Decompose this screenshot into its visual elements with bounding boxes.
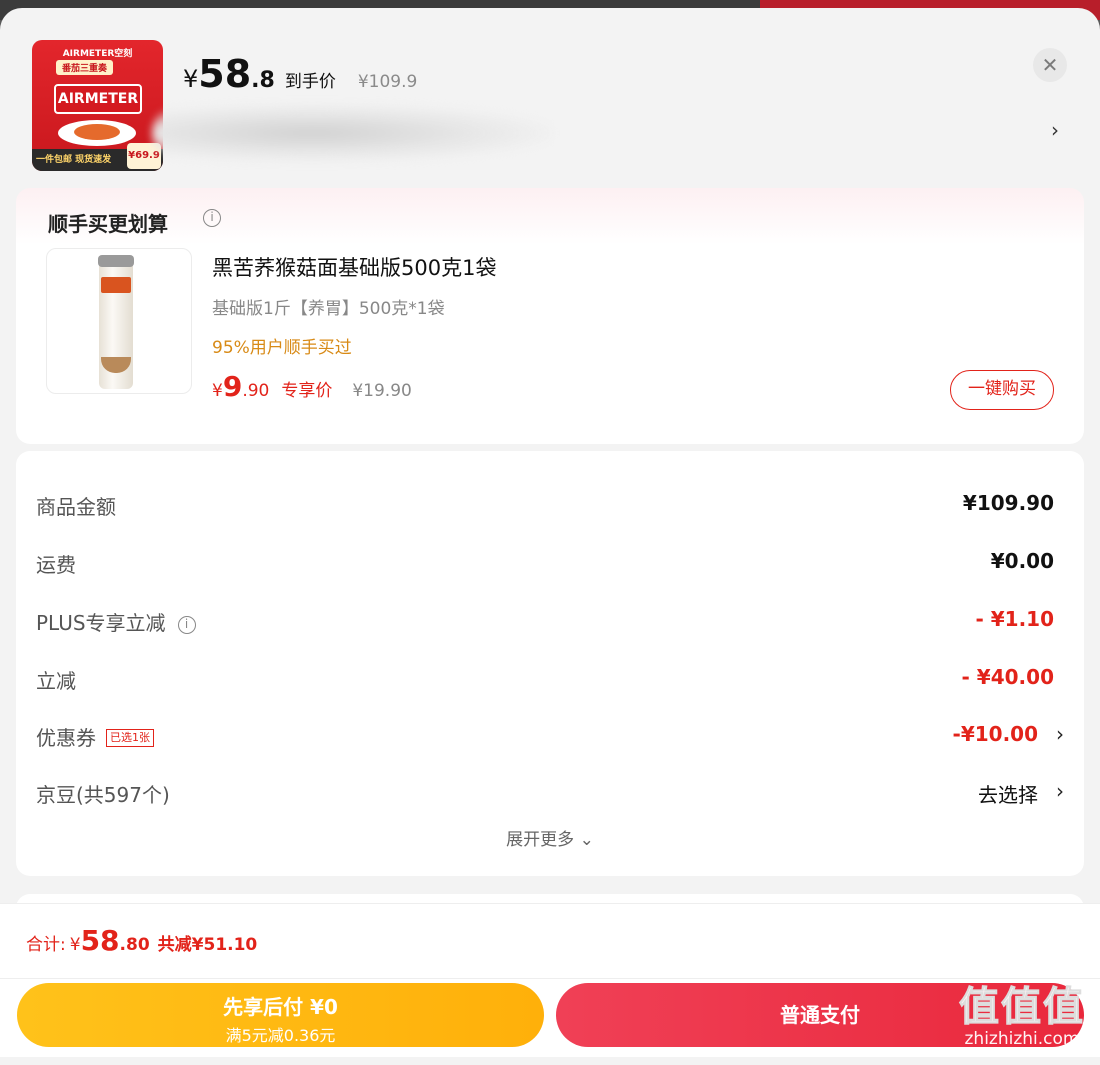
summary-value: -¥10.00	[952, 722, 1038, 746]
thumb-brand: AIRMETER空刻	[62, 49, 133, 59]
combo-price-int: 9	[222, 370, 243, 403]
total-currency: ¥	[69, 935, 81, 955]
combo-product-name[interactable]: 黑苦荞猴菇面基础版500克1袋	[212, 252, 496, 282]
summary-row-coupon[interactable]: 优惠券 已选1张 -¥10.00 ›	[36, 722, 1064, 752]
pay-later-button[interactable]: 先享后付 ¥0 满5元减0.36元	[17, 983, 544, 1047]
tube-cap	[98, 255, 134, 267]
header-price-label: 到手价	[284, 72, 336, 92]
combo-product-image[interactable]	[46, 248, 192, 394]
total-amount: 合计: ¥ 58 .80 共减¥51.10	[26, 924, 257, 957]
header-price-dec: .8	[251, 68, 275, 93]
watermark-url: zhizhizhi.com	[964, 1029, 1080, 1049]
checkout-bottom-bar: 合计: ¥ 58 .80 共减¥51.10 先享后付 ¥0 满5元减0.36元 …	[0, 903, 1100, 1057]
pay-later-promo: 满5元减0.36元	[225, 1026, 336, 1045]
summary-value: - ¥1.10	[975, 607, 1054, 631]
one-click-buy-button[interactable]: 一键购买	[950, 370, 1054, 410]
combo-price-currency: ¥	[212, 381, 223, 401]
thumb-tagline: 番茄三重奏	[56, 60, 114, 75]
combo-price: ¥ 9 .90 专享价 ¥19.90	[212, 370, 412, 403]
summary-row-goods: 商品金额 ¥109.90	[36, 491, 1064, 521]
summary-label-text: 优惠券	[36, 726, 96, 750]
summary-label-text: PLUS专享立减	[36, 611, 166, 635]
divider	[0, 978, 1100, 979]
chevron-right-icon[interactable]: ›	[1056, 722, 1064, 746]
summary-value: - ¥40.00	[961, 665, 1054, 689]
summary-label: 优惠券 已选1张	[36, 722, 154, 751]
blurred-address	[152, 104, 552, 162]
coupon-badge: 已选1张	[106, 729, 154, 747]
summary-label: PLUS专享立减 i	[36, 607, 196, 636]
order-summary-card: 商品金额 ¥109.90 运费 ¥0.00 PLUS专享立减 i - ¥1.10 …	[16, 451, 1084, 876]
product-thumbnail[interactable]: AIRMETER空刻 番茄三重奏 AIRMETER 一件包邮 现货速发 ¥69.…	[32, 40, 163, 171]
total-int: 58	[80, 924, 120, 957]
site-watermark: 值值值 zhizhizhi.com	[952, 984, 1092, 1050]
pay-later-label: 先享后付 ¥0	[223, 995, 338, 1019]
combo-price-label: 专享价	[281, 381, 333, 401]
close-icon[interactable]: ✕	[1033, 48, 1067, 82]
tube-bowl	[101, 357, 131, 373]
summary-row-jingdou[interactable]: 京豆(共597个) 去选择 ›	[36, 779, 1064, 809]
info-icon[interactable]: i	[177, 616, 196, 634]
summary-label: 商品金额	[36, 495, 116, 519]
combo-original-price: ¥19.90	[352, 381, 412, 401]
info-icon[interactable]: i	[203, 209, 221, 227]
summary-row-plus: PLUS专享立减 i - ¥1.10	[36, 607, 1064, 637]
expand-more-label: 展开更多	[506, 830, 575, 850]
summary-value: ¥109.90	[962, 491, 1054, 515]
header-price-int: 58	[198, 52, 252, 96]
chevron-right-icon[interactable]: ›	[1051, 118, 1059, 142]
combo-product-spec: 基础版1斤【养胃】500克*1袋	[212, 299, 445, 319]
header-price-currency: ¥	[183, 65, 199, 93]
tube-label	[101, 277, 131, 293]
summary-value: ¥0.00	[990, 549, 1054, 573]
expand-more-link[interactable]: 展开更多 ⌄	[16, 825, 1084, 850]
summary-row-shipping: 运费 ¥0.00	[36, 549, 1064, 579]
header-price: ¥ 58 .8 到手价 ¥109.9	[183, 52, 417, 96]
header-original-price: ¥109.9	[357, 72, 418, 92]
combo-card: 顺手买更划算 i 黑苦荞猴菇面基础版500克1袋 基础版1斤【养胃】500克*1…	[16, 188, 1084, 444]
combo-title: 顺手买更划算	[48, 212, 168, 236]
total-dec: .80	[119, 935, 150, 955]
summary-label: 立减	[36, 669, 76, 693]
combo-bought-rate: 95%用户顺手买过	[212, 338, 352, 358]
summary-label: 运费	[36, 553, 76, 577]
thumb-pasta	[74, 124, 120, 140]
watermark-logo: 值值值	[959, 984, 1085, 1030]
combo-price-dec: .90	[242, 381, 270, 401]
thumb-logo: AIRMETER	[54, 84, 142, 114]
summary-label: 京豆(共597个)	[36, 783, 170, 807]
chevron-down-icon: ⌄	[579, 830, 594, 850]
product-tube	[98, 255, 134, 389]
chevron-right-icon[interactable]: ›	[1056, 779, 1064, 803]
summary-value: 去选择	[978, 783, 1038, 807]
total-label: 合计:	[26, 935, 66, 955]
total-saved: 共减¥51.10	[157, 935, 258, 955]
summary-row-instant-discount: 立减 - ¥40.00	[36, 665, 1064, 695]
thumb-plate-image	[58, 120, 136, 146]
